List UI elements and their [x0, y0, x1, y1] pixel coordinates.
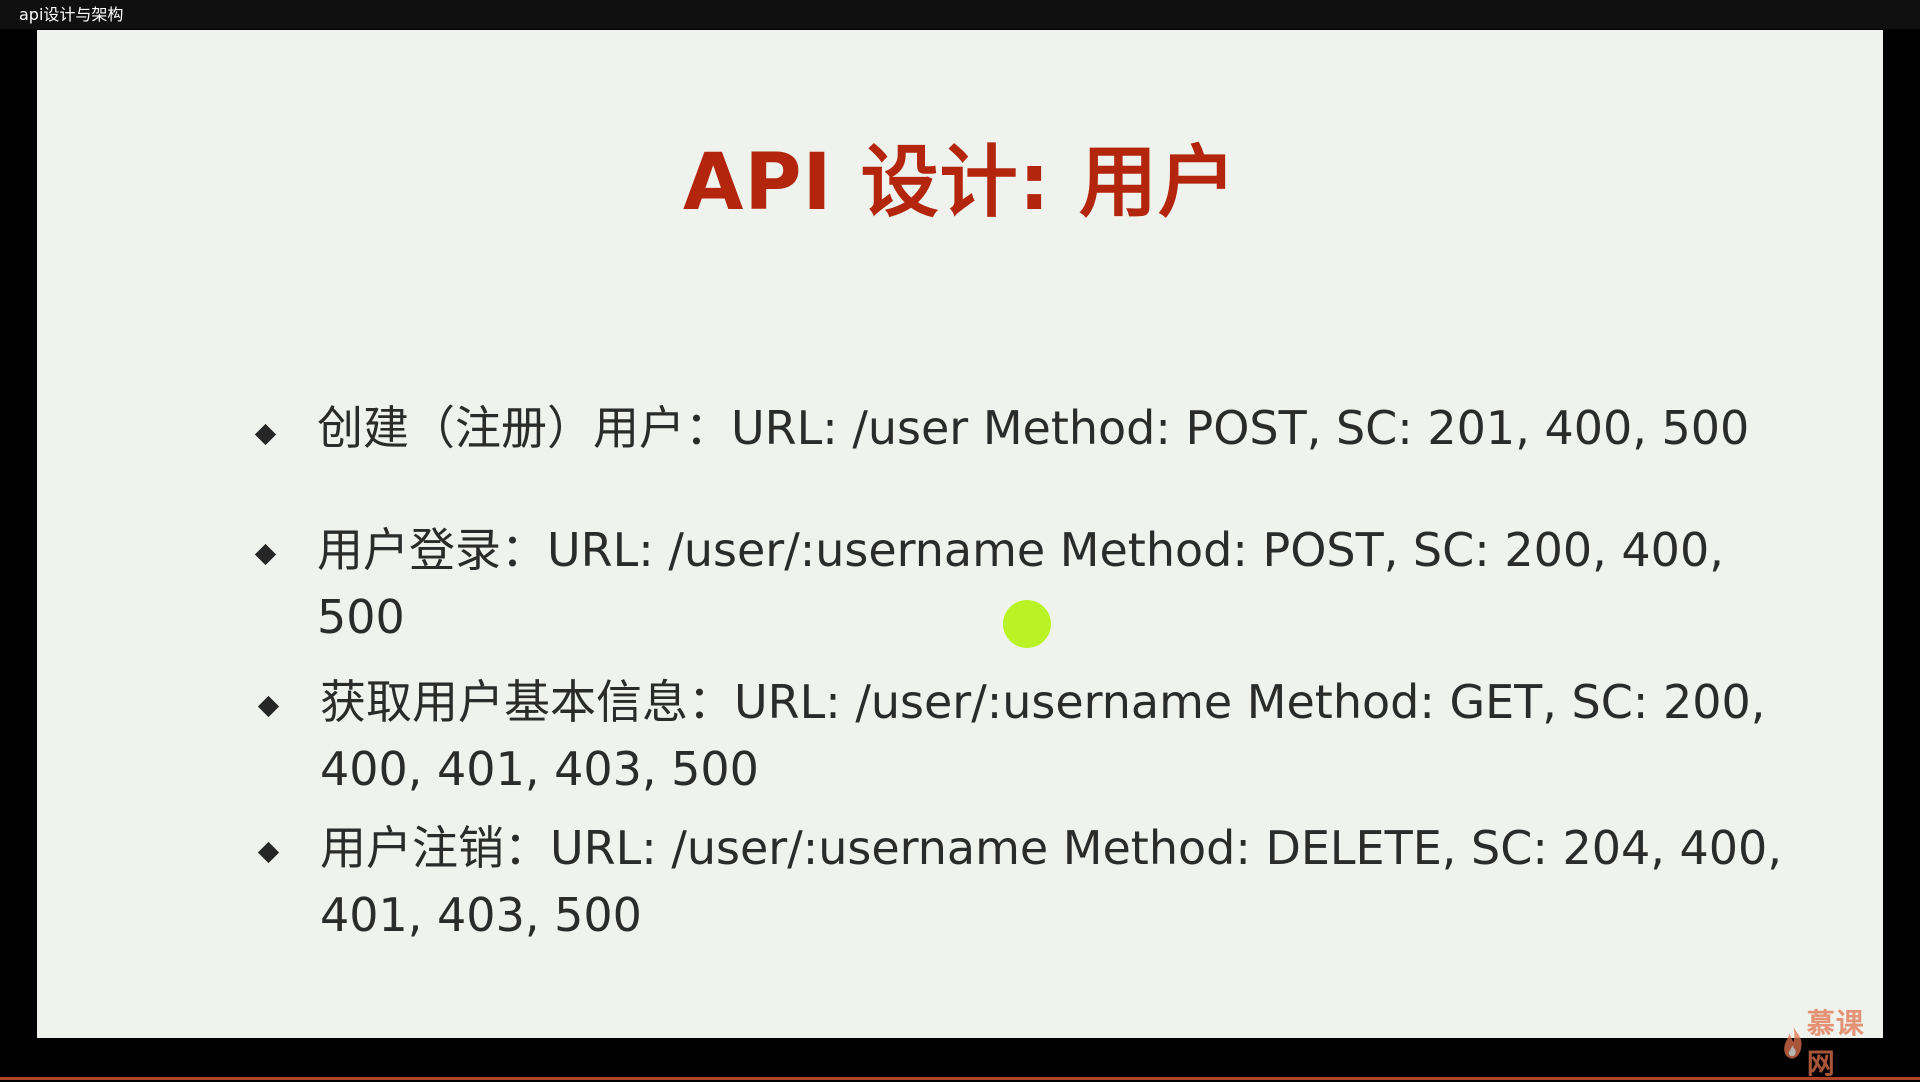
bullet-line-continued: 400, 401, 403, 500 [320, 742, 759, 796]
bullet-diamond-icon [254, 543, 277, 566]
pointer-highlight [1003, 600, 1051, 648]
bullet-diamond-icon [257, 841, 280, 864]
flame-logo-icon [1784, 1026, 1802, 1059]
bullet-line: 获取用户基本信息：URL: /user/:username Method: GE… [320, 675, 1766, 729]
slide-title: API 设计: 用户 [682, 138, 1238, 228]
bullet-line-continued: 401, 403, 500 [320, 888, 642, 942]
bullet-diamond-icon [254, 423, 277, 446]
bullet-line-continued: 500 [317, 590, 405, 644]
bullet-line: 用户注销：URL: /user/:username Method: DELETE… [320, 821, 1782, 875]
slide: API 设计: 用户 创建（注册）用户：URL: /user Method: P… [37, 30, 1883, 1080]
window-title: api设计与架构 [19, 5, 124, 24]
window-titlebar: api设计与架构 [0, 0, 1920, 29]
watermark-text: 慕课网 [1806, 1007, 1865, 1080]
bullet-line: 创建（注册）用户：URL: /user Method: POST, SC: 20… [317, 401, 1750, 455]
bullet-diamond-icon [257, 695, 280, 718]
watermark-logo: 慕课网 [1782, 1007, 1883, 1080]
bullet-line: 用户登录：URL: /user/:username Method: POST, … [317, 523, 1724, 577]
